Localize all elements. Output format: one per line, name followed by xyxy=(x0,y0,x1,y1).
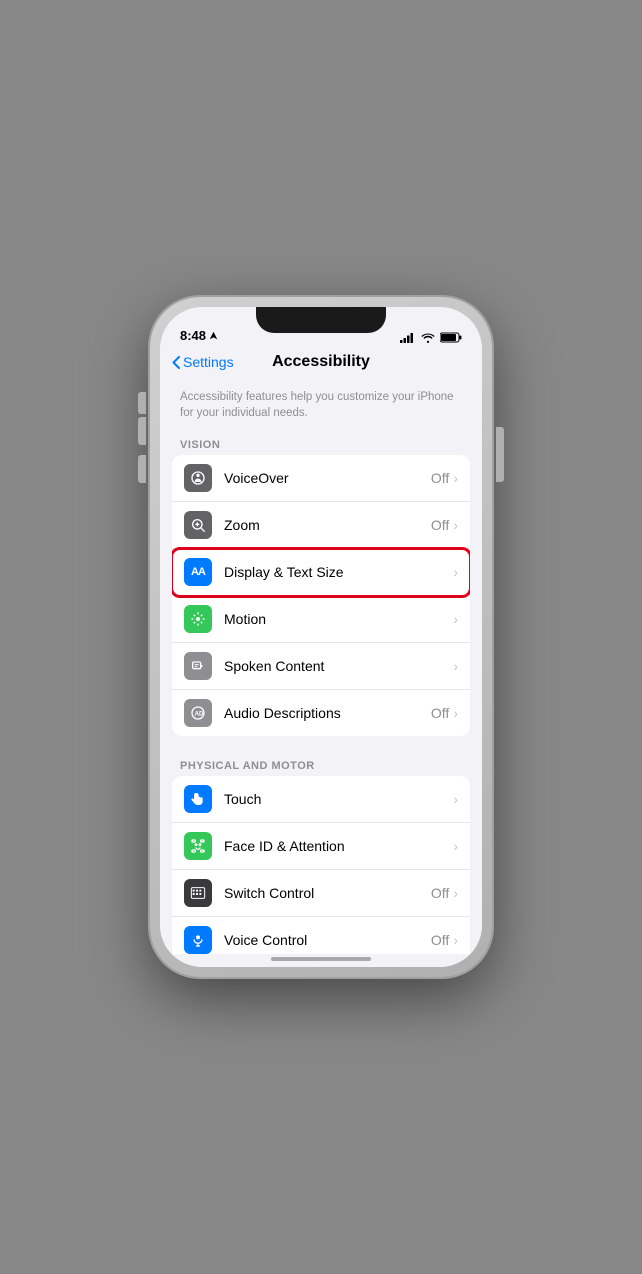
time-label: 8:48 xyxy=(180,328,206,343)
wifi-icon xyxy=(421,333,435,343)
voice-control-label: Voice Control xyxy=(224,932,431,948)
display-text-size-row[interactable]: AA Display & Text Size › xyxy=(172,549,470,596)
voiceover-value: Off xyxy=(431,470,449,486)
touch-icon xyxy=(184,785,212,813)
volume-down-button[interactable] xyxy=(138,455,146,483)
volume-up-button[interactable] xyxy=(138,417,146,445)
touch-chevron: › xyxy=(453,791,458,807)
battery-icon xyxy=(440,332,462,343)
audio-descriptions-icon: AD xyxy=(184,699,212,727)
motion-icon xyxy=(184,605,212,633)
zoom-value: Off xyxy=(431,517,449,533)
back-button[interactable]: Settings xyxy=(172,354,234,370)
switch-control-row[interactable]: Switch Control Off › xyxy=(172,870,470,917)
voice-control-row[interactable]: Voice Control Off › xyxy=(172,917,470,954)
face-id-label: Face ID & Attention xyxy=(224,838,449,854)
zoom-row[interactable]: Zoom Off › xyxy=(172,502,470,549)
voiceover-chevron: › xyxy=(453,470,458,486)
page-title: Accessibility xyxy=(272,353,370,371)
switch-control-chevron: › xyxy=(453,885,458,901)
section-header-physical: PHYSICAL AND MOTOR xyxy=(160,754,482,776)
switch-control-icon xyxy=(184,879,212,907)
display-text-size-chevron: › xyxy=(453,564,458,580)
description-text: Accessibility features help you customiz… xyxy=(160,379,482,433)
audio-descriptions-value: Off xyxy=(431,705,449,721)
zoom-label: Zoom xyxy=(224,517,431,533)
face-id-icon xyxy=(184,832,212,860)
back-label: Settings xyxy=(183,354,234,370)
signal-icon xyxy=(400,333,416,343)
audio-descriptions-chevron: › xyxy=(453,705,458,721)
location-icon xyxy=(209,331,218,340)
back-chevron-icon xyxy=(172,356,180,369)
face-id-chevron: › xyxy=(453,838,458,854)
display-text-size-label: Display & Text Size xyxy=(224,564,449,580)
power-button[interactable] xyxy=(496,427,504,482)
voiceover-row[interactable]: VoiceOver Off › xyxy=(172,455,470,502)
voiceover-label: VoiceOver xyxy=(224,470,431,486)
touch-label: Touch xyxy=(224,791,449,807)
phone-frame: 8:48 xyxy=(150,297,492,977)
voiceover-icon xyxy=(184,464,212,492)
switch-control-label: Switch Control xyxy=(224,885,431,901)
section-header-vision: VISION xyxy=(160,433,482,455)
svg-text:AD: AD xyxy=(195,712,204,718)
mute-switch xyxy=(138,392,146,414)
motion-chevron: › xyxy=(453,611,458,627)
physical-motor-group: Touch › xyxy=(172,776,470,954)
spoken-content-icon xyxy=(184,652,212,680)
audio-descriptions-row[interactable]: AD Audio Descriptions Off › xyxy=(172,690,470,736)
switch-control-value: Off xyxy=(431,885,449,901)
voice-control-chevron: › xyxy=(453,932,458,948)
voice-control-icon xyxy=(184,926,212,954)
audio-descriptions-label: Audio Descriptions xyxy=(224,705,431,721)
nav-header: Settings Accessibility xyxy=(160,347,482,379)
motion-row[interactable]: Motion › xyxy=(172,596,470,643)
display-text-size-icon: AA xyxy=(184,558,212,586)
motion-label: Motion xyxy=(224,611,449,627)
status-time: 8:48 xyxy=(180,328,218,343)
spoken-content-row[interactable]: Spoken Content › xyxy=(172,643,470,690)
spoken-content-chevron: › xyxy=(453,658,458,674)
zoom-icon xyxy=(184,511,212,539)
home-indicator xyxy=(271,957,371,961)
notch xyxy=(256,307,386,333)
touch-row[interactable]: Touch › xyxy=(172,776,470,823)
content-scroll[interactable]: Accessibility features help you customiz… xyxy=(160,379,482,954)
face-id-row[interactable]: Face ID & Attention › xyxy=(172,823,470,870)
status-icons xyxy=(400,332,462,343)
vision-group: VoiceOver Off › Zoom Off xyxy=(172,455,470,736)
voice-control-value: Off xyxy=(431,932,449,948)
phone-screen: 8:48 xyxy=(160,307,482,967)
zoom-chevron: › xyxy=(453,517,458,533)
spoken-content-label: Spoken Content xyxy=(224,658,449,674)
